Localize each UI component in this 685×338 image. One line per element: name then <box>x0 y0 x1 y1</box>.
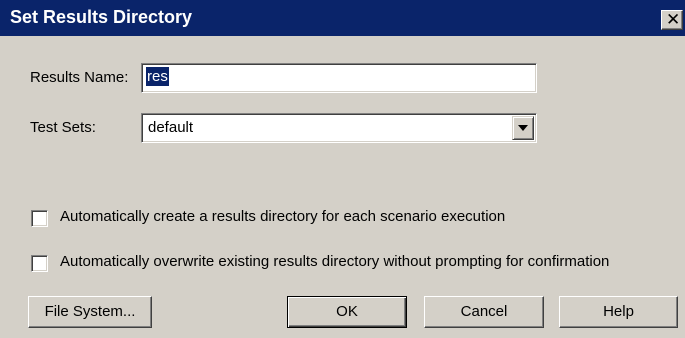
results-name-value: res <box>146 67 169 86</box>
test-sets-dropdown-button[interactable] <box>512 116 534 140</box>
close-icon: ✕ <box>666 10 681 29</box>
auto-create-directory-checkbox[interactable] <box>31 210 48 227</box>
test-sets-label: Test Sets: <box>30 119 96 136</box>
auto-overwrite-directory-label[interactable]: Automatically overwrite existing results… <box>60 253 609 270</box>
cancel-button[interactable]: Cancel <box>424 296 544 328</box>
set-results-directory-dialog: Set Results Directory ✕ Results Name: re… <box>0 0 685 338</box>
auto-overwrite-directory-checkbox[interactable] <box>31 255 48 272</box>
dialog-title: Set Results Directory <box>10 7 193 27</box>
chevron-down-icon <box>518 125 528 131</box>
title-bar: Set Results Directory ✕ <box>0 0 685 36</box>
help-button[interactable]: Help <box>559 296 678 328</box>
auto-create-directory-label[interactable]: Automatically create a results directory… <box>60 208 505 225</box>
results-name-input[interactable]: res <box>141 63 537 93</box>
file-system-button[interactable]: File System... <box>28 296 152 328</box>
results-name-label: Results Name: <box>30 69 129 86</box>
close-button[interactable]: ✕ <box>661 10 683 30</box>
test-sets-selected-value: default <box>148 119 194 136</box>
ok-button[interactable]: OK <box>287 296 407 328</box>
test-sets-select[interactable]: default <box>141 113 537 143</box>
